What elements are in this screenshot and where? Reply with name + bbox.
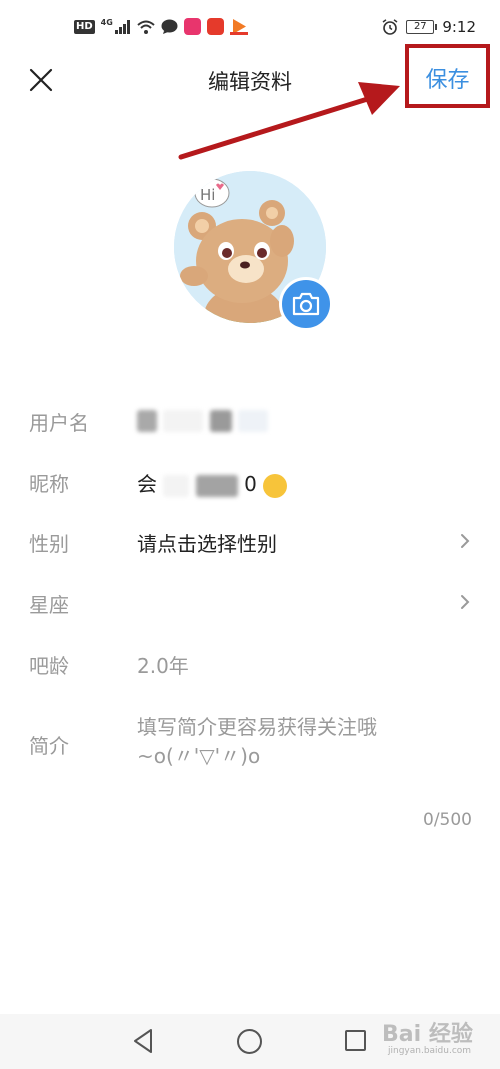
nickname-value[interactable]: 会 0 <box>137 468 288 498</box>
back-icon[interactable] <box>132 1028 154 1054</box>
bar-age-label: 吧龄 <box>29 654 69 678</box>
username-row: 用户名 <box>0 395 500 445</box>
nickname-label: 昵称 <box>29 472 69 496</box>
save-button[interactable]: 保存 <box>405 62 490 94</box>
gender-value: 请点击选择性别 <box>137 532 277 556</box>
home-icon[interactable] <box>237 1029 262 1054</box>
gender-row[interactable]: 性别 请点击选择性别 <box>0 516 500 566</box>
intro-input[interactable]: 填写简介更容易获得关注哦 ~o(〃'▽'〃)o <box>137 713 377 771</box>
wifi-icon <box>137 20 155 34</box>
camera-icon <box>292 292 320 316</box>
zodiac-label: 星座 <box>29 593 69 617</box>
recents-icon[interactable] <box>345 1030 366 1051</box>
status-left: HD 4G <box>74 18 248 35</box>
network-type: 4G <box>100 18 113 27</box>
intro-label: 简介 <box>29 734 69 758</box>
nickname-suffix: 0 <box>244 472 257 496</box>
alarm-icon <box>382 19 398 35</box>
signal-icon <box>114 19 130 34</box>
intro-char-counter: 0/500 <box>423 810 472 830</box>
clock: 9:12 <box>442 18 476 36</box>
status-right: 27 9:12 <box>382 18 476 36</box>
username-value <box>137 407 269 432</box>
video-app-icon <box>229 19 248 35</box>
intro-placeholder-line1: 填写简介更容易获得关注哦 <box>137 715 377 739</box>
username-label: 用户名 <box>29 411 89 435</box>
svg-text:Hi: Hi <box>200 186 215 204</box>
hd-badge: HD <box>74 19 95 34</box>
zodiac-row[interactable]: 星座 <box>0 577 500 627</box>
app-notification-icon <box>183 18 201 35</box>
change-avatar-button[interactable] <box>279 277 333 331</box>
battery-icon: 27 <box>406 20 438 34</box>
intro-placeholder-line2: ~o(〃'▽'〃)o <box>137 744 261 768</box>
message-icon <box>161 19 178 34</box>
gender-label: 性别 <box>29 532 69 556</box>
nickname-row: 昵称 会 0 <box>0 456 500 506</box>
app-notification-icon <box>206 18 224 35</box>
watermark: Bai 经验 <box>382 1022 473 1047</box>
grin-emoji-icon <box>263 473 288 498</box>
chevron-right-icon <box>461 534 470 548</box>
chevron-right-icon <box>461 595 470 609</box>
bar-age-value: 2.0年 <box>137 654 189 678</box>
nickname-prefix: 会 <box>137 472 157 496</box>
bar-age-row: 吧龄 2.0年 <box>0 638 500 688</box>
watermark-url: jingyan.baidu.com <box>388 1046 472 1056</box>
